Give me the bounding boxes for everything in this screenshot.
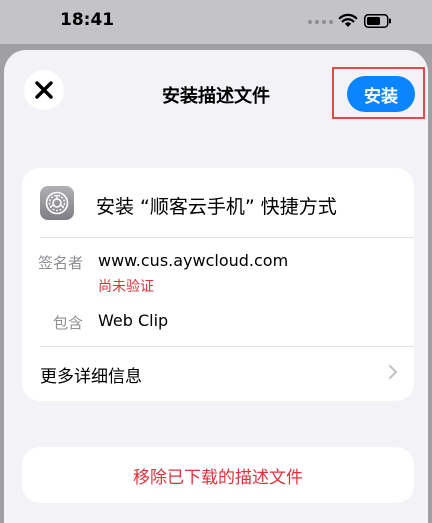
profile-title: 安装 “顺客云手机” 快捷方式 [96,196,337,218]
remove-downloaded-profile-button[interactable]: 移除已下载的描述文件 [22,447,414,503]
divider [40,237,414,238]
battery-icon [364,14,391,28]
cellular-signal-icon [308,20,333,24]
contains-label: 包含 [53,314,84,332]
gear-icon [40,186,74,220]
chevron-right-icon [388,364,398,380]
install-button[interactable]: 安装 [347,76,415,112]
install-button-highlight: 安装 [332,67,425,119]
profile-info-card: 安装 “顺客云手机” 快捷方式 签名者 www.cus.aywcloud.com… [22,168,414,401]
wifi-icon [338,13,358,27]
contains-value: Web Clip [98,311,169,330]
more-details-row[interactable]: 更多详细信息 [22,346,414,401]
more-details-label: 更多详细信息 [40,367,142,387]
signer-label: 签名者 [38,254,84,272]
status-time: 18:41 [60,10,115,30]
verification-status: 尚未验证 [98,279,154,295]
status-bar: 18:41 [0,0,432,44]
install-profile-sheet: 安装描述文件 安装 安装 “顺客云手机” 快捷方式 签名者 www.cus.ay… [4,50,428,523]
signer-value: www.cus.aywcloud.com [98,251,289,270]
